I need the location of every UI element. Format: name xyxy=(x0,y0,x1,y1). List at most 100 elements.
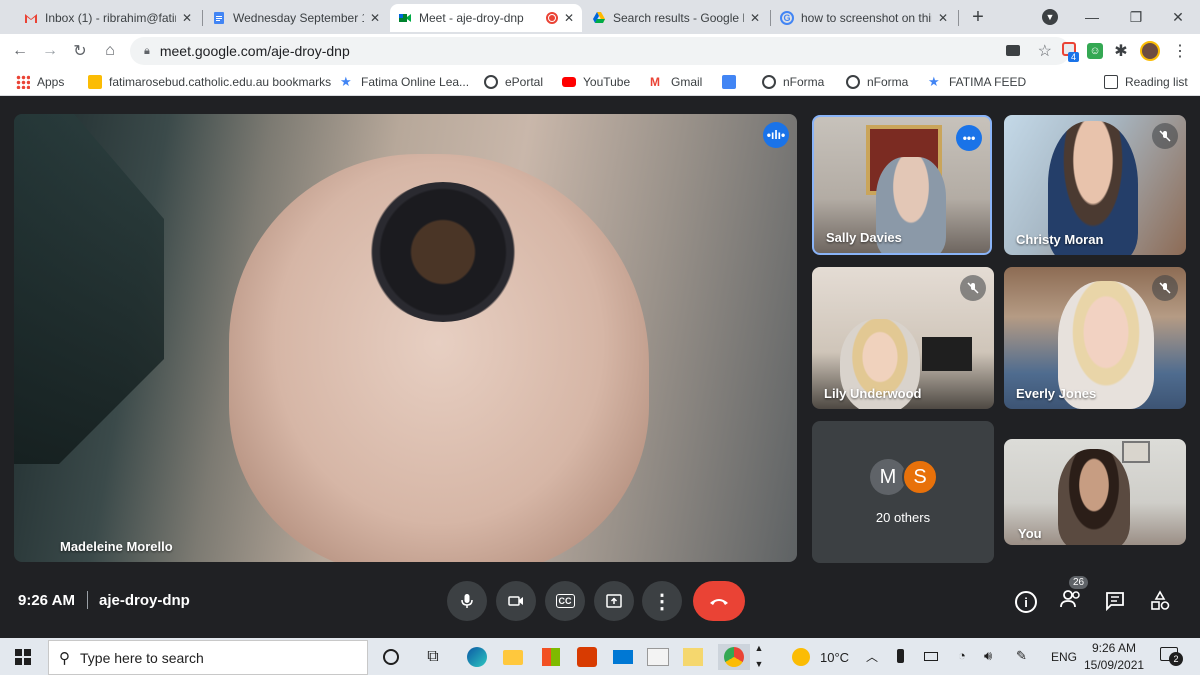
windows-start-icon[interactable] xyxy=(10,644,36,670)
present-screen-button[interactable] xyxy=(594,581,634,621)
meet-stage: •ılı• Madeleine Morello ••• Sally Davies… xyxy=(0,97,1200,636)
tab-google-search[interactable]: G how to screenshot on thin ✕ xyxy=(772,4,956,32)
taskbar-scroll-arrows[interactable]: ▲ ▼ xyxy=(752,640,766,673)
store-icon[interactable] xyxy=(538,644,564,670)
bookmark-gmail[interactable]: M Gmail xyxy=(650,73,702,91)
video-camera-icon xyxy=(508,596,523,606)
language-indicator[interactable]: ENG xyxy=(1051,650,1077,664)
participant-name: Everly Jones xyxy=(1016,386,1097,401)
close-tab-icon[interactable]: ✕ xyxy=(564,11,574,25)
meeting-details-button[interactable]: i xyxy=(1015,591,1037,613)
present-screen-icon xyxy=(606,594,622,608)
reading-list-button[interactable]: Reading list xyxy=(1104,73,1188,91)
bookmark-fatima-feed[interactable]: ★ FATIMA FEED xyxy=(928,73,1026,91)
browser-menu-icon[interactable]: ⋮ xyxy=(1168,39,1192,63)
close-tab-icon[interactable]: ✕ xyxy=(938,11,948,25)
reload-icon[interactable]: ↻ xyxy=(68,39,92,63)
microphone-button[interactable] xyxy=(447,581,487,621)
bookmark-eportal[interactable]: ePortal xyxy=(484,73,543,91)
browser-toolbar: ← → ↻ ⌂ 🔒︎ meet.google.com/aje-droy-dnp … xyxy=(0,34,1200,68)
tab-docs[interactable]: Wednesday September 15 ✕ xyxy=(204,4,388,32)
close-tab-icon[interactable]: ✕ xyxy=(750,11,760,25)
app-icon[interactable] xyxy=(645,644,671,670)
weather-temperature[interactable]: 10°C xyxy=(820,650,849,665)
extensions-puzzle-icon[interactable]: ✱ xyxy=(1109,39,1133,63)
chat-button[interactable] xyxy=(1104,590,1128,614)
close-window-icon[interactable]: ✕ xyxy=(1156,0,1200,34)
camera-button[interactable] xyxy=(496,581,536,621)
home-icon[interactable]: ⌂ xyxy=(98,39,122,63)
bookmark-nforma-1[interactable]: nForma xyxy=(762,73,824,91)
cortana-icon[interactable] xyxy=(378,644,404,670)
recording-icon xyxy=(545,12,558,24)
chrome-icon[interactable] xyxy=(718,644,750,670)
edge-icon[interactable] xyxy=(464,644,490,670)
participant-tile-sally-davies[interactable]: ••• Sally Davies xyxy=(812,115,992,255)
wifi-icon[interactable]: ◔ xyxy=(958,648,966,663)
more-options-button[interactable]: ⋮ xyxy=(642,581,682,621)
participant-name: Sally Davies xyxy=(826,230,902,245)
more-options-icon[interactable]: ••• xyxy=(956,125,982,151)
chat-icon xyxy=(1106,592,1124,612)
grammar-extension-icon[interactable]: ☺ xyxy=(1087,43,1103,59)
close-tab-icon[interactable]: ✕ xyxy=(182,11,192,25)
minimize-icon[interactable]: — xyxy=(1070,0,1114,34)
main-speaker-tile[interactable]: •ılı• Madeleine Morello xyxy=(14,114,797,562)
tab-search-icon[interactable]: ▼ xyxy=(1028,0,1072,34)
participant-tile-lily-underwood[interactable]: Lily Underwood xyxy=(812,267,994,409)
clock-date: 15/09/2021 xyxy=(1084,658,1145,672)
forward-arrow-icon[interactable]: → xyxy=(38,39,62,63)
meeting-time: 9:26 AM xyxy=(18,592,75,609)
profile-avatar[interactable] xyxy=(1140,41,1160,61)
info-icon: i xyxy=(1024,594,1028,610)
docs-icon xyxy=(722,75,736,89)
mail-icon[interactable] xyxy=(610,644,636,670)
taskbar-search-box[interactable]: ⚲ Type here to search xyxy=(48,640,368,675)
self-tile[interactable]: You xyxy=(1004,439,1186,545)
reading-list-icon xyxy=(1104,75,1118,89)
new-tab-plus-icon[interactable]: + xyxy=(966,5,990,29)
captions-button[interactable]: CC xyxy=(545,581,585,621)
leave-call-button[interactable] xyxy=(693,581,745,621)
task-view-icon[interactable]: ⧉ xyxy=(420,644,446,670)
mic-off-icon xyxy=(960,275,986,301)
close-tab-icon[interactable]: ✕ xyxy=(370,11,380,25)
bookmark-apps[interactable]: Apps xyxy=(16,73,64,91)
tab-meet[interactable]: Meet - aje-droy-dnp ✕ xyxy=(390,4,582,32)
bookmark-folder-fatimarosebud[interactable]: fatimarosebud.catholic.edu.au bookmarks xyxy=(88,73,331,91)
office-app-icon[interactable] xyxy=(574,644,600,670)
bookmark-youtube[interactable]: YouTube xyxy=(562,73,630,91)
camera-icon[interactable] xyxy=(1006,45,1020,56)
others-tile[interactable]: M S 20 others xyxy=(812,421,994,563)
activities-shapes-icon xyxy=(1151,590,1170,610)
extension-icon[interactable]: 4 xyxy=(1060,42,1080,62)
sticky-app-icon[interactable] xyxy=(680,644,706,670)
pen-icon[interactable]: ✎ xyxy=(1016,648,1027,664)
notification-center-icon[interactable]: 2 xyxy=(1160,647,1183,666)
address-bar[interactable]: 🔒︎ meet.google.com/aje-droy-dnp ☆ xyxy=(130,37,1070,65)
lock-icon[interactable]: 🔒︎ xyxy=(144,45,150,58)
tab-gmail[interactable]: Inbox (1) - ribrahim@fatim ✕ xyxy=(16,4,200,32)
back-arrow-icon[interactable]: ← xyxy=(8,39,32,63)
maximize-icon[interactable]: ❐ xyxy=(1114,0,1158,34)
activities-button[interactable] xyxy=(1149,590,1173,614)
video-person xyxy=(1058,449,1130,545)
people-button[interactable]: 26 xyxy=(1059,576,1089,615)
battery-icon[interactable] xyxy=(924,652,938,661)
tab-drive[interactable]: Search results - Google Dr ✕ xyxy=(584,4,768,32)
usb-icon[interactable] xyxy=(897,649,904,663)
participant-tile-everly-jones[interactable]: Everly Jones xyxy=(1004,267,1186,409)
weather-sun-icon[interactable] xyxy=(788,644,814,670)
participant-name: Christy Moran xyxy=(1016,232,1104,247)
bookmark-star-icon[interactable]: ☆ xyxy=(1038,41,1052,61)
participant-name: You xyxy=(1018,526,1042,541)
show-hidden-icons-chevron-icon[interactable]: ︿ xyxy=(866,648,878,665)
bookmark-docs[interactable] xyxy=(722,73,743,91)
participant-tile-christy-moran[interactable]: Christy Moran xyxy=(1004,115,1186,255)
folder-icon xyxy=(88,75,102,89)
bookmark-nforma-2[interactable]: nForma xyxy=(846,73,908,91)
volume-icon[interactable]: 🔊︎ xyxy=(984,648,992,664)
file-explorer-icon[interactable] xyxy=(500,644,526,670)
bookmark-fatima-online[interactable]: ★ Fatima Online Lea... xyxy=(340,73,469,91)
taskbar-clock[interactable]: 9:26 AM 15/09/2021 xyxy=(1084,640,1144,674)
